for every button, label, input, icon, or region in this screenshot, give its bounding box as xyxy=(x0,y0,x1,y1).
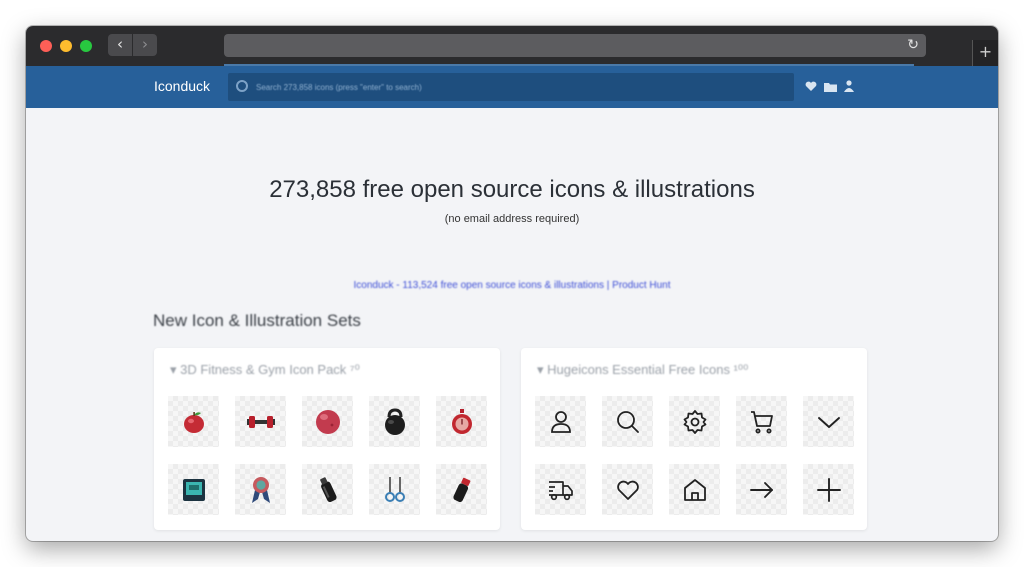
back-button[interactable]: ‹ xyxy=(108,34,132,56)
gym-rings-icon[interactable] xyxy=(369,464,420,515)
apple-icon[interactable] xyxy=(168,396,219,447)
home-icon[interactable] xyxy=(669,464,720,515)
new-tab-button[interactable]: + xyxy=(972,40,998,66)
stopwatch-icon[interactable] xyxy=(436,396,487,447)
shaker-bottle-icon[interactable] xyxy=(436,464,487,515)
folder-icon[interactable] xyxy=(824,82,837,92)
forward-button[interactable]: › xyxy=(133,34,157,56)
reload-icon[interactable]: ↻ xyxy=(907,35,919,56)
heart-icon[interactable] xyxy=(805,81,817,92)
site-header: Iconduck xyxy=(26,66,998,108)
browser-titlebar: ‹ › ↻ + xyxy=(26,26,998,66)
kettlebell-icon[interactable] xyxy=(369,396,420,447)
icon-grid xyxy=(168,396,487,515)
scale-icon[interactable] xyxy=(168,464,219,515)
settings-icon[interactable] xyxy=(669,396,720,447)
browser-window: ‹ › ↻ + Iconduck 273,858 free open sourc… xyxy=(26,26,998,541)
producthunt-badge-link[interactable]: Iconduck - 113,524 free open source icon… xyxy=(26,280,998,291)
yoga-ball-icon[interactable] xyxy=(302,396,353,447)
close-window-icon[interactable] xyxy=(40,40,52,52)
site-logo[interactable]: Iconduck xyxy=(154,78,210,94)
delivery-truck-icon[interactable] xyxy=(535,464,586,515)
user-icon[interactable] xyxy=(844,80,854,92)
icon-grid xyxy=(535,396,854,515)
icon-set-title[interactable]: ▾ 3D Fitness & Gym Icon Pack ⁷⁰ xyxy=(170,362,360,378)
search-box[interactable] xyxy=(228,73,794,101)
icon-set-title[interactable]: ▾ Hugeicons Essential Free Icons ¹⁰⁰ xyxy=(537,362,748,378)
plus-icon[interactable] xyxy=(803,464,854,515)
icon-set-card-hugeicons[interactable]: ▾ Hugeicons Essential Free Icons ¹⁰⁰ xyxy=(521,348,867,530)
dumbbell-icon[interactable] xyxy=(235,396,286,447)
section-title-new-sets: New Icon & Illustration Sets xyxy=(153,311,361,330)
cart-icon[interactable] xyxy=(736,396,787,447)
chevron-down-icon[interactable] xyxy=(803,396,854,447)
minimize-window-icon[interactable] xyxy=(60,40,72,52)
search-icon[interactable] xyxy=(602,396,653,447)
arrow-right-icon[interactable] xyxy=(736,464,787,515)
medal-icon[interactable] xyxy=(235,464,286,515)
search-input[interactable] xyxy=(256,77,776,97)
address-bar[interactable]: ↻ xyxy=(224,34,926,57)
user-icon[interactable] xyxy=(535,396,586,447)
heart-icon[interactable] xyxy=(602,464,653,515)
water-bottle-icon[interactable] xyxy=(302,464,353,515)
page-subline: (no email address required) xyxy=(444,213,580,225)
icon-set-card-fitness[interactable]: ▾ 3D Fitness & Gym Icon Pack ⁷⁰ xyxy=(154,348,500,530)
page-headline: 273,858 free open source icons & illustr… xyxy=(269,176,755,203)
search-icon xyxy=(236,80,248,92)
zoom-window-icon[interactable] xyxy=(80,40,92,52)
